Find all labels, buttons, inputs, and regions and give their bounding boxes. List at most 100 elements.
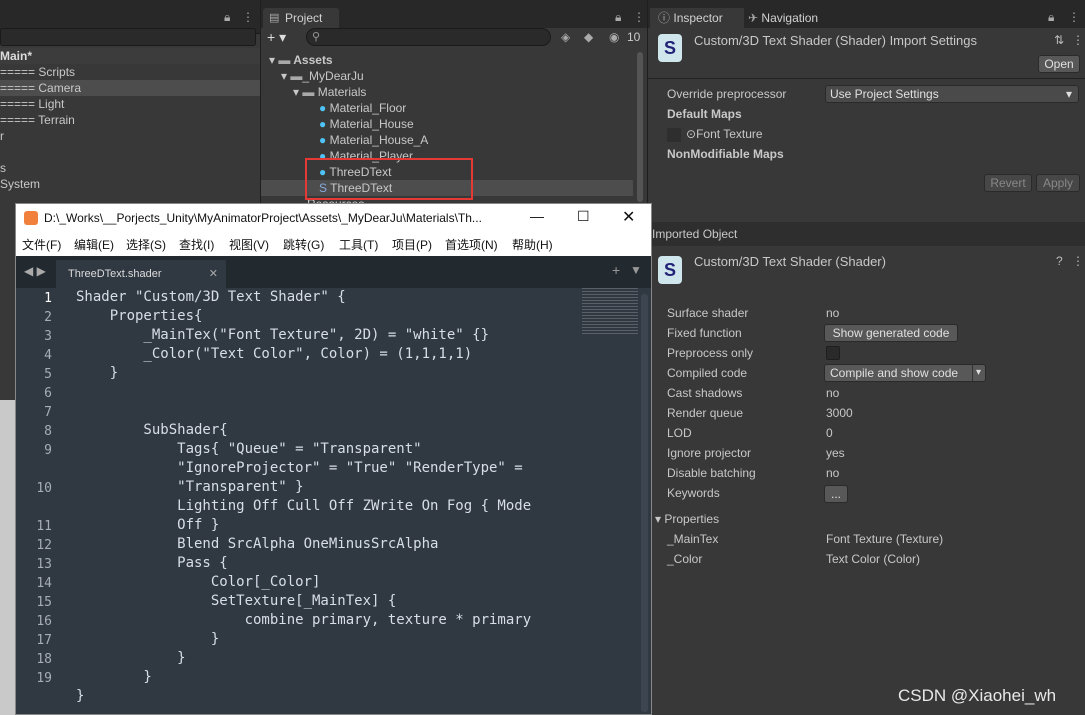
filter-label-icon[interactable]: ◆ [584, 30, 593, 44]
close-icon[interactable]: ✕ [622, 207, 635, 227]
show-generated-code-button[interactable]: Show generated code [824, 324, 958, 342]
tree-materials[interactable]: ▾ ▬ Materials [293, 84, 366, 100]
row-label: Preprocess only [667, 346, 754, 360]
scene-row[interactable]: Main* [0, 48, 260, 64]
menu-preferences[interactable]: 首选项(N) [445, 236, 498, 253]
editor-scrollbar[interactable] [641, 294, 648, 712]
settings-icon[interactable]: ⇅ [1054, 33, 1064, 47]
code-line: } [76, 365, 119, 381]
tree-materials-label: Materials [317, 85, 367, 99]
filter-type-icon[interactable]: ◈ [561, 30, 570, 44]
maximize-icon[interactable]: ☐ [577, 208, 590, 225]
preprocess-only-checkbox[interactable] [826, 346, 840, 360]
chevron-down-icon: ▾ [655, 512, 662, 526]
hierarchy-item[interactable]: ===== Camera [0, 80, 260, 96]
compile-show-code-button[interactable]: Compile and show code ▾ [824, 364, 986, 382]
hierarchy-item[interactable]: System [0, 176, 40, 192]
menu-goto[interactable]: 跳转(G) [283, 236, 324, 253]
texture-slot[interactable] [667, 128, 681, 142]
tree-file[interactable]: ● Material_House_A [319, 132, 428, 148]
menu-tools[interactable]: 工具(T) [339, 236, 378, 253]
plus-icon[interactable]: + [612, 262, 620, 278]
menu-file[interactable]: 文件(F) [22, 236, 61, 253]
shader-title: Custom/3D Text Shader (Shader) [694, 254, 886, 269]
code-line: _MainTex("Font Texture", 2D) = "white" {… [76, 327, 490, 343]
menu-help[interactable]: 帮助(H) [512, 236, 553, 253]
tree-mydearju[interactable]: ▾ ▬_MyDearJu [281, 68, 364, 84]
row-label: LOD [667, 426, 692, 440]
code-line: } [76, 631, 220, 647]
tab-navigation[interactable]: ✈ Navigation [748, 8, 818, 28]
hierarchy-item[interactable]: ===== Light [0, 96, 64, 112]
scene-view[interactable] [0, 400, 15, 715]
project-search-input[interactable]: ⚲ [306, 28, 551, 46]
code-area[interactable]: Shader "Custom/3D Text Shader" { Propert… [76, 288, 636, 714]
code-line: Color[_Color] [76, 574, 321, 590]
menu-select[interactable]: 选择(S) [126, 236, 166, 253]
code-line: "IgnoreProjector" = "True" "RenderType" … [76, 460, 523, 476]
hidden-packages-icon[interactable]: ◉ [609, 30, 619, 44]
folder-icon: ▬ [302, 85, 315, 99]
divider [648, 78, 1085, 79]
tree-assets[interactable]: ▾ ▬ Assets [269, 52, 333, 68]
tree-file[interactable]: ● Material_House [319, 116, 414, 132]
apply-button[interactable]: Apply [1036, 174, 1080, 192]
menu-icon[interactable]: ⋮ [1068, 10, 1080, 24]
nonmodifiable-heading: NonModifiable Maps [667, 147, 784, 161]
watermark: CSDN @Xiaohei_wh [898, 686, 1057, 705]
chevron-down-icon[interactable]: ▾ [971, 365, 981, 381]
code-line: Lighting Off Cull Off ZWrite On Fog { Mo… [76, 498, 532, 514]
material-icon: ● [319, 101, 327, 115]
hierarchy-item[interactable]: s [0, 160, 6, 176]
tab-navigation-label: Navigation [761, 11, 819, 25]
tree-file[interactable]: ● Material_Floor [319, 100, 406, 116]
chevron-down-icon[interactable]: ▼ [630, 263, 642, 277]
properties-foldout[interactable]: ▾ Properties [655, 512, 719, 526]
menu-icon[interactable]: ⋮ [1072, 254, 1084, 268]
tab-inspector[interactable]: ⓘ Inspector [650, 8, 744, 28]
sublime-logo-icon [24, 211, 38, 225]
lock-icon[interactable]: 🔒︎ [224, 10, 230, 25]
override-dropdown[interactable]: Use Project Settings ▾ [825, 85, 1079, 103]
menu-project[interactable]: 项目(P) [392, 236, 432, 253]
file-label: Material_Floor [329, 101, 407, 115]
menu-icon[interactable]: ⋮ [1072, 33, 1084, 47]
folder-icon: ▬ [290, 69, 303, 83]
file-tab-label: ThreeDText.shader [68, 268, 162, 280]
line-number: 2 [44, 310, 52, 325]
material-icon: ● [319, 133, 327, 147]
help-icon[interactable]: ? [1056, 254, 1063, 268]
compile-label: Compile and show code [830, 366, 959, 380]
hierarchy-item[interactable]: ===== Scripts [0, 64, 75, 80]
add-button[interactable]: + ▾ [267, 29, 286, 46]
row-value: no [826, 386, 840, 400]
material-icon: ● [319, 117, 327, 131]
scrollbar[interactable] [637, 52, 643, 202]
lock-icon[interactable]: 🔒︎ [1048, 10, 1054, 25]
tab-nav-icon[interactable]: ◀ ▶ [24, 264, 46, 278]
revert-button[interactable]: Revert [984, 174, 1032, 192]
close-icon[interactable]: ✕ [209, 260, 218, 288]
tab-file[interactable]: ThreeDText.shader ✕ [56, 260, 226, 288]
open-button[interactable]: Open [1038, 55, 1080, 73]
property-value: Text Color (Color) [826, 552, 921, 566]
menu-view[interactable]: 视图(V) [229, 236, 269, 253]
keywords-button[interactable]: ... [824, 485, 848, 503]
hierarchy-search-input[interactable] [0, 28, 256, 46]
menu-icon[interactable]: ⋮ [242, 10, 254, 24]
line-number: 13 [36, 557, 52, 572]
hierarchy-item[interactable]: r [0, 128, 4, 144]
code-line: "Transparent" } [76, 479, 304, 495]
line-number: 18 [36, 652, 52, 667]
tab-project-label: Project [285, 11, 323, 25]
minimap[interactable] [582, 288, 638, 334]
menu-icon[interactable]: ⋮ [633, 10, 645, 24]
menu-edit[interactable]: 编辑(E) [74, 236, 114, 253]
navigation-icon: ✈ [748, 11, 759, 25]
menu-find[interactable]: 查找(I) [179, 236, 214, 253]
code-line: combine primary, texture * primary [76, 612, 532, 628]
minimize-icon[interactable]: — [530, 208, 544, 224]
hierarchy-item[interactable]: ===== Terrain [0, 112, 75, 128]
font-texture-text: Font Texture [696, 127, 763, 141]
lock-icon[interactable]: 🔒︎ [615, 10, 621, 25]
